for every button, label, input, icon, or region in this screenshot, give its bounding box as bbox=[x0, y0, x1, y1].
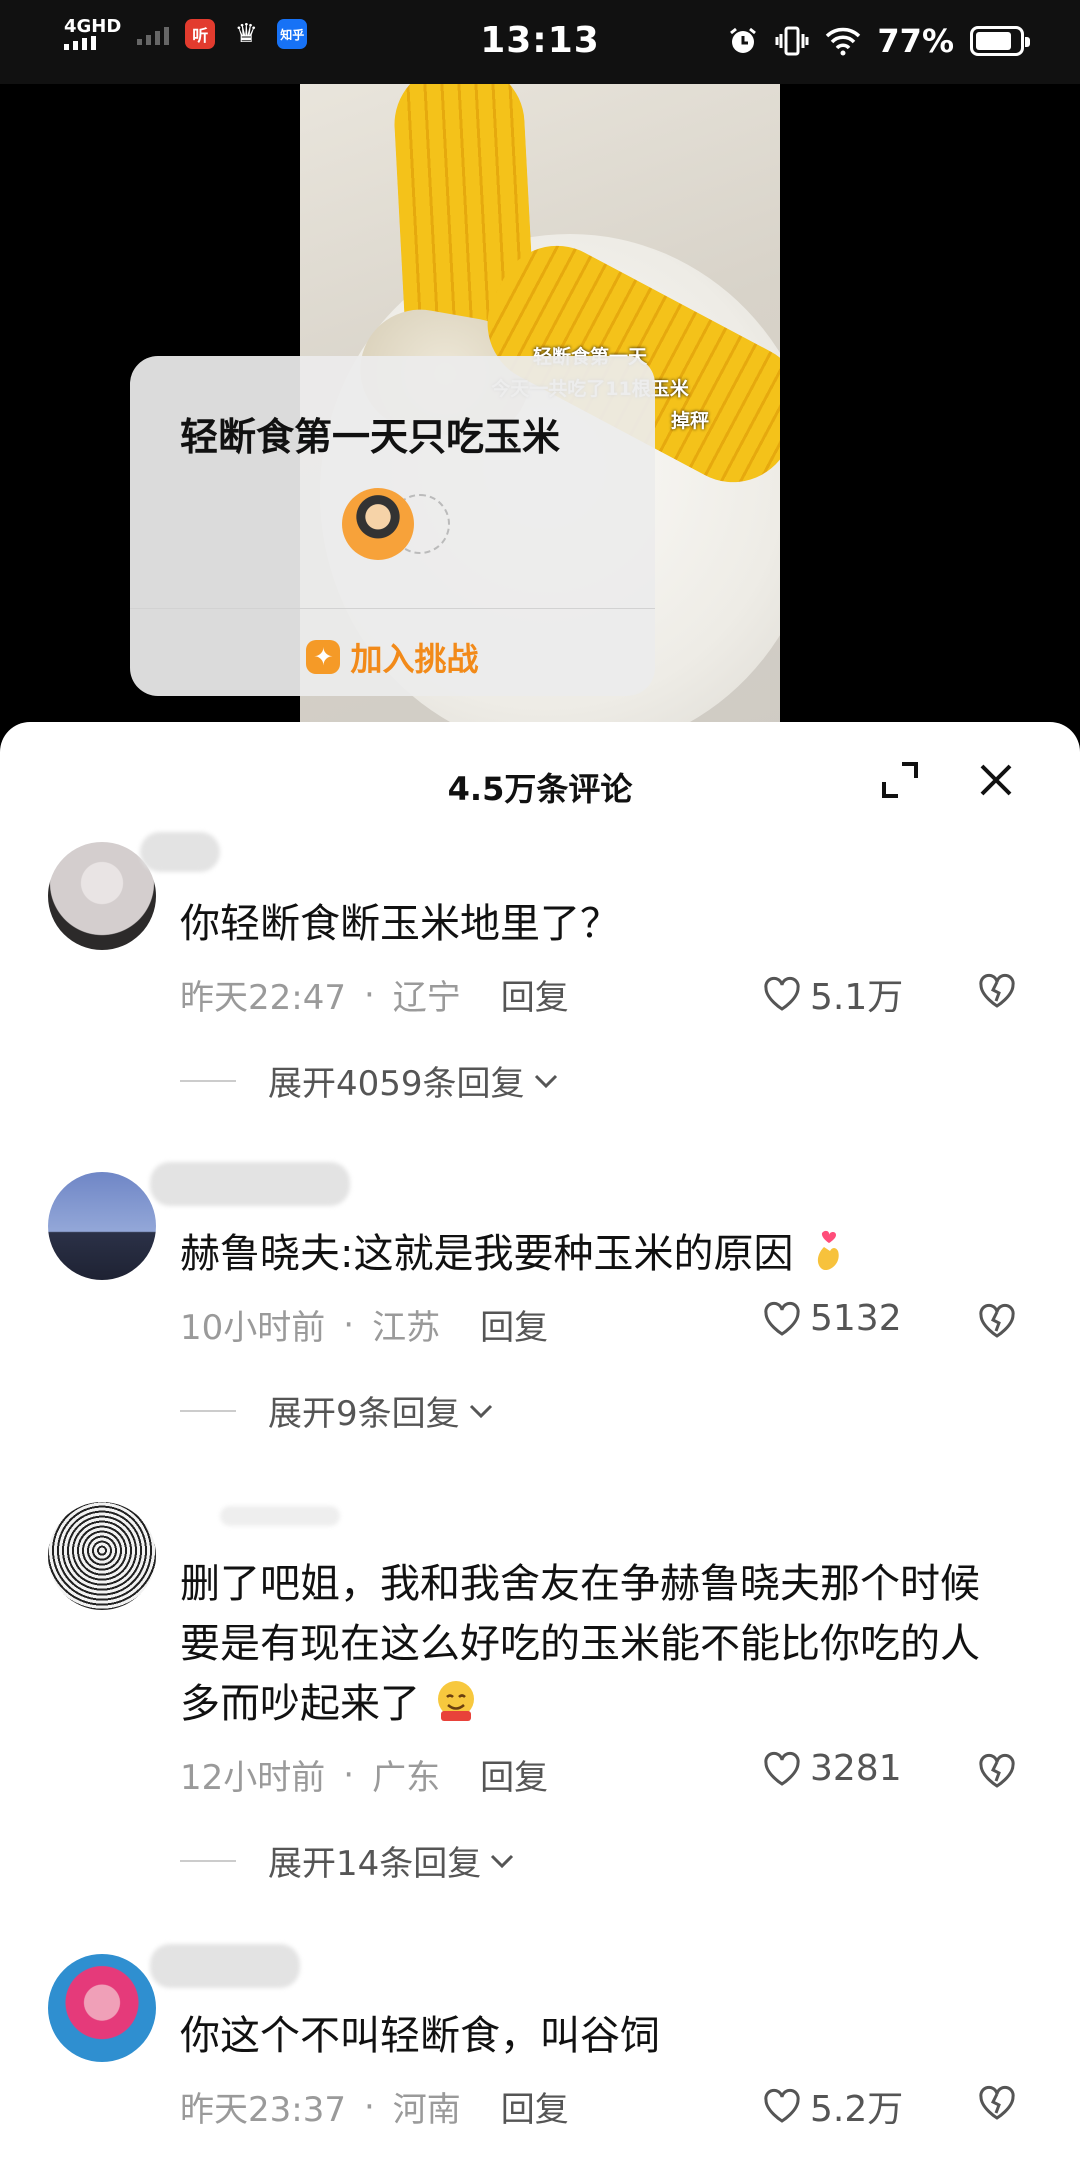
like-button[interactable]: 5.1万 bbox=[762, 968, 903, 1020]
comment-location: 江苏 bbox=[372, 1308, 441, 1348]
vibrate-icon bbox=[775, 26, 809, 56]
alarm-icon bbox=[730, 27, 757, 53]
username-blurred[interactable] bbox=[180, 1496, 380, 1536]
challenge-title: 轻断食第一天只吃玉米 bbox=[180, 415, 561, 459]
video-player[interactable]: 轻断食第一天 今天一共吃了11根玉米 掉秤 轻断食第一天只吃玉米 ✦ 加入挑战 bbox=[0, 84, 1080, 734]
like-button[interactable]: 5.2万 bbox=[762, 2080, 903, 2132]
dislike-icon[interactable] bbox=[975, 1300, 1019, 1340]
expand-replies-label: 展开14条回复 bbox=[268, 1844, 482, 1884]
reply-button[interactable]: 回复 bbox=[501, 2082, 569, 2131]
divider bbox=[130, 608, 655, 609]
heart-icon bbox=[764, 2088, 800, 2123]
dislike-icon[interactable] bbox=[975, 2082, 1019, 2122]
wifi-icon bbox=[826, 27, 861, 56]
expand-icon[interactable] bbox=[880, 760, 920, 800]
expand-replies-label: 展开4059条回复 bbox=[268, 1064, 525, 1104]
reply-button[interactable]: 回复 bbox=[480, 1750, 548, 1799]
comment-text: 删了吧姐，我和我舍友在争赫鲁晓夫那个时候要是有现在这么好吃的玉米能不能比你吃的人… bbox=[180, 1561, 980, 1727]
heart-icon bbox=[764, 1301, 800, 1336]
user-avatar[interactable] bbox=[48, 1172, 156, 1280]
comment-text: 你轻断食断玉米地里了？ bbox=[180, 901, 620, 947]
comment-time: 12小时前 bbox=[180, 1758, 326, 1798]
user-avatar[interactable] bbox=[48, 842, 156, 950]
status-bar: 4GHD 听 ♛ 知乎 13:13 77% bbox=[0, 0, 1080, 84]
join-challenge-label: 加入挑战 bbox=[350, 640, 479, 678]
chevron-down-icon bbox=[469, 1404, 492, 1418]
comment-meta: 10小时前 · 江苏 回复 bbox=[180, 1300, 548, 1349]
status-right: 77% bbox=[727, 22, 1030, 60]
expand-replies-button[interactable]: 展开14条回复 bbox=[180, 1836, 517, 1885]
comments-sheet: 4.5万条评论 你轻断食断玉米地里了？ 昨天22:47 · 辽宁 回复 5.1万… bbox=[0, 722, 1080, 2178]
reply-button[interactable]: 回复 bbox=[480, 1300, 548, 1349]
join-challenge-button[interactable]: ✦ 加入挑战 bbox=[130, 634, 655, 680]
finger-heart-emoji-icon bbox=[818, 1230, 839, 1271]
comment-time: 昨天23:37 bbox=[180, 2090, 346, 2130]
comment-meta: 12小时前 · 广东 回复 bbox=[180, 1750, 548, 1799]
like-button[interactable]: 5132 bbox=[762, 1298, 902, 1339]
close-icon[interactable] bbox=[976, 760, 1016, 800]
like-count: 5132 bbox=[810, 1298, 902, 1339]
chevron-down-icon bbox=[534, 1074, 557, 1088]
comment-location: 辽宁 bbox=[392, 978, 461, 1018]
sparkle-icon: ✦ bbox=[306, 640, 341, 674]
smiling-face-emoji-icon bbox=[437, 1681, 474, 1721]
comment-meta: 昨天22:47 · 辽宁 回复 bbox=[180, 970, 569, 1019]
reply-button[interactable]: 回复 bbox=[501, 970, 569, 1019]
like-count: 5.2万 bbox=[810, 2089, 904, 2130]
username-blurred[interactable] bbox=[150, 1152, 380, 1206]
user-avatar[interactable] bbox=[48, 1502, 156, 1610]
expand-replies-button[interactable]: 展开4059条回复 bbox=[180, 1056, 561, 1105]
like-count: 3281 bbox=[810, 1748, 902, 1789]
challenge-card[interactable]: 轻断食第一天只吃玉米 ✦ 加入挑战 bbox=[130, 356, 655, 696]
participant-avatar bbox=[342, 488, 414, 560]
comment-time: 昨天22:47 bbox=[180, 978, 346, 1018]
user-avatar[interactable] bbox=[48, 1954, 156, 2062]
heart-icon bbox=[764, 976, 800, 1011]
comment-time: 10小时前 bbox=[180, 1308, 326, 1348]
battery-percent: 77% bbox=[877, 22, 954, 60]
dislike-icon[interactable] bbox=[975, 970, 1019, 1010]
comment-meta: 昨天23:37 · 河南 回复 bbox=[180, 2082, 569, 2131]
comment-text: 你这个不叫轻断食，叫谷饲 bbox=[180, 2013, 660, 2059]
comment-text: 赫鲁晓夫:这就是我要种玉米的原因 bbox=[180, 1224, 1010, 1284]
comment-location: 广东 bbox=[372, 1758, 441, 1798]
dislike-icon[interactable] bbox=[975, 1750, 1019, 1790]
heart-icon bbox=[764, 1751, 800, 1786]
battery-icon bbox=[970, 26, 1030, 56]
like-button[interactable]: 3281 bbox=[762, 1748, 902, 1789]
username-blurred[interactable] bbox=[150, 1934, 380, 1988]
expand-replies-button[interactable]: 展开9条回复 bbox=[180, 1386, 496, 1435]
comment-location: 河南 bbox=[392, 2090, 461, 2130]
like-count: 5.1万 bbox=[810, 977, 904, 1018]
chevron-down-icon bbox=[491, 1854, 514, 1868]
username-blurred[interactable] bbox=[140, 832, 380, 872]
expand-replies-label: 展开9条回复 bbox=[268, 1394, 460, 1434]
